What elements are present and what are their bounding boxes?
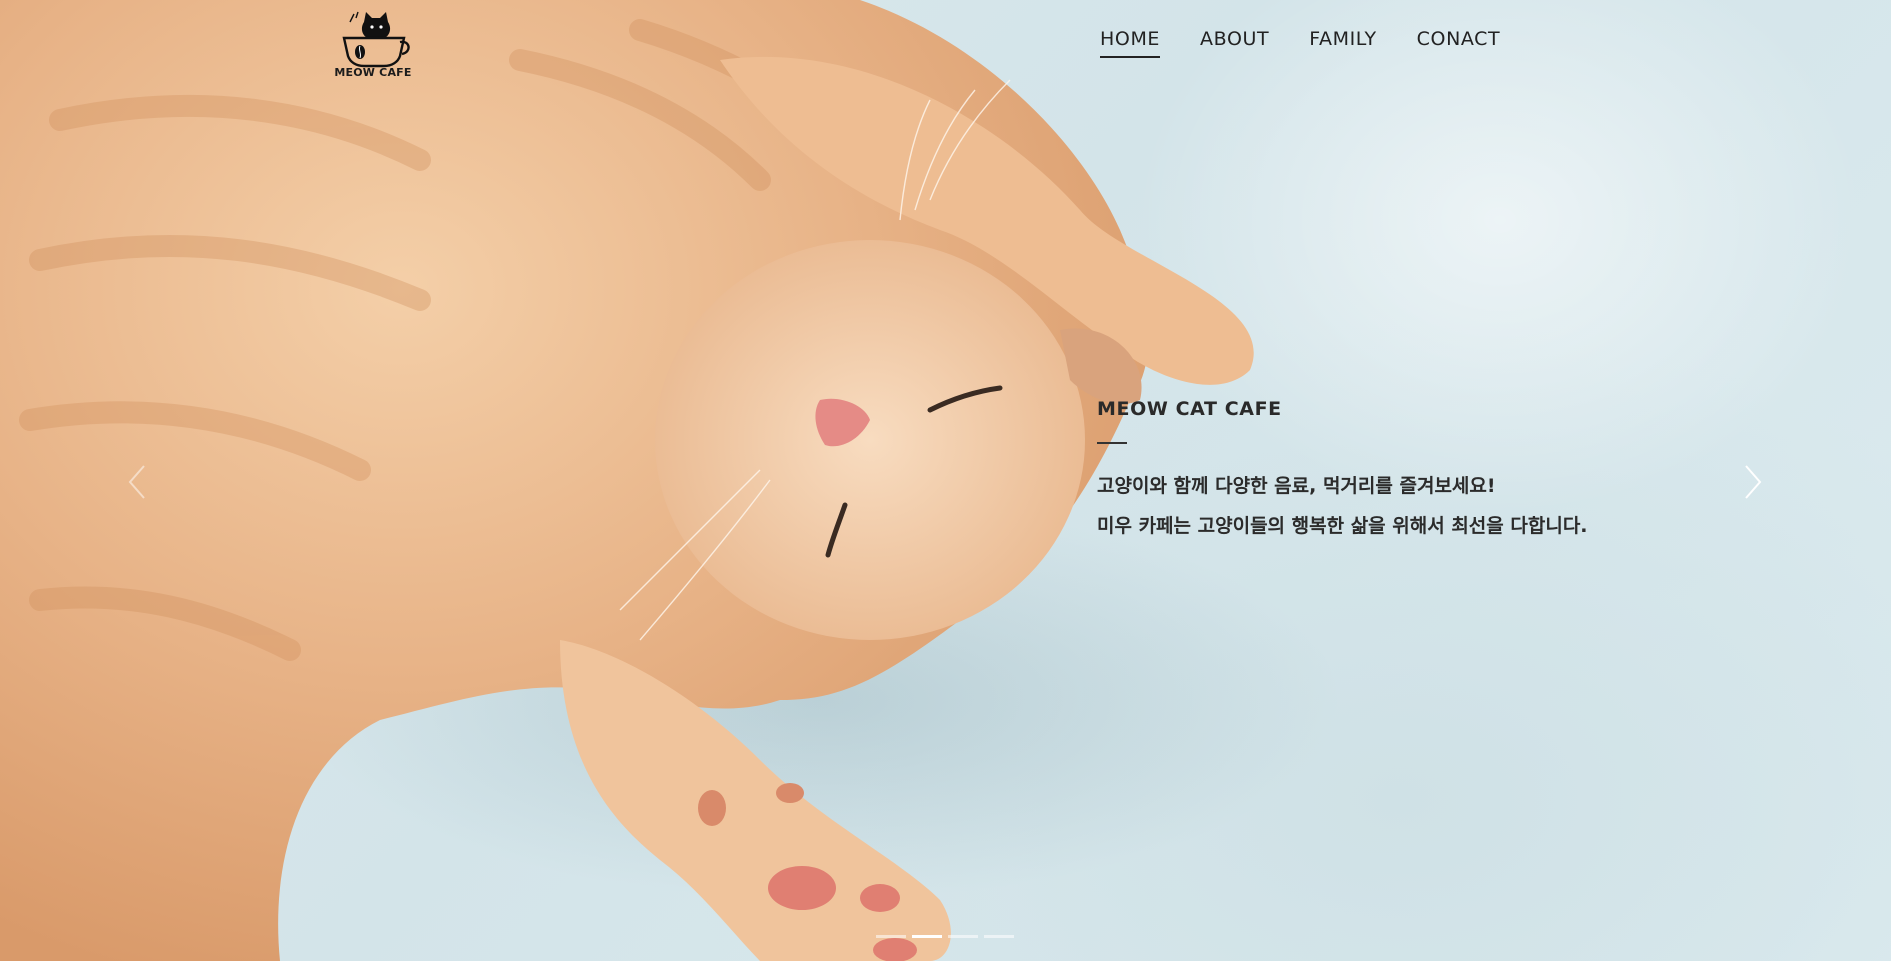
nav-home[interactable]: HOME — [1100, 28, 1161, 58]
logo-text: MEOW CAFE — [334, 66, 412, 79]
pager-dot-2[interactable] — [912, 935, 942, 938]
nav-contact[interactable]: CONACT — [1417, 28, 1501, 58]
title-divider — [1097, 442, 1127, 444]
nav-about[interactable]: ABOUT — [1200, 28, 1269, 58]
pager-dot-3[interactable] — [948, 935, 978, 938]
hero-content: MEOW CAT CAFE 고양이와 함께 다양한 음료, 먹거리를 즐겨보세요… — [1097, 398, 1797, 546]
hero-line-2: 미우 카페는 고양이들의 행복한 삶을 위해서 최선을 다합니다. — [1097, 515, 1588, 537]
prev-slide-button[interactable] — [124, 462, 150, 502]
nav-family[interactable]: FAMILY — [1309, 28, 1376, 58]
pager-dot-4[interactable] — [984, 935, 1014, 938]
main-nav: HOME ABOUT FAMILY CONACT — [1100, 28, 1540, 58]
chevron-left-icon — [128, 465, 145, 499]
pager-dot-1[interactable] — [876, 935, 906, 938]
hero-title: MEOW CAT CAFE — [1097, 398, 1282, 420]
chevron-right-icon — [1745, 465, 1762, 499]
slider-pagination — [876, 935, 1014, 938]
cat-in-cup-icon — [342, 11, 410, 68]
hero-line-1: 고양이와 함께 다양한 음료, 먹거리를 즐겨보세요! — [1097, 475, 1496, 497]
next-slide-button[interactable] — [1740, 462, 1766, 502]
